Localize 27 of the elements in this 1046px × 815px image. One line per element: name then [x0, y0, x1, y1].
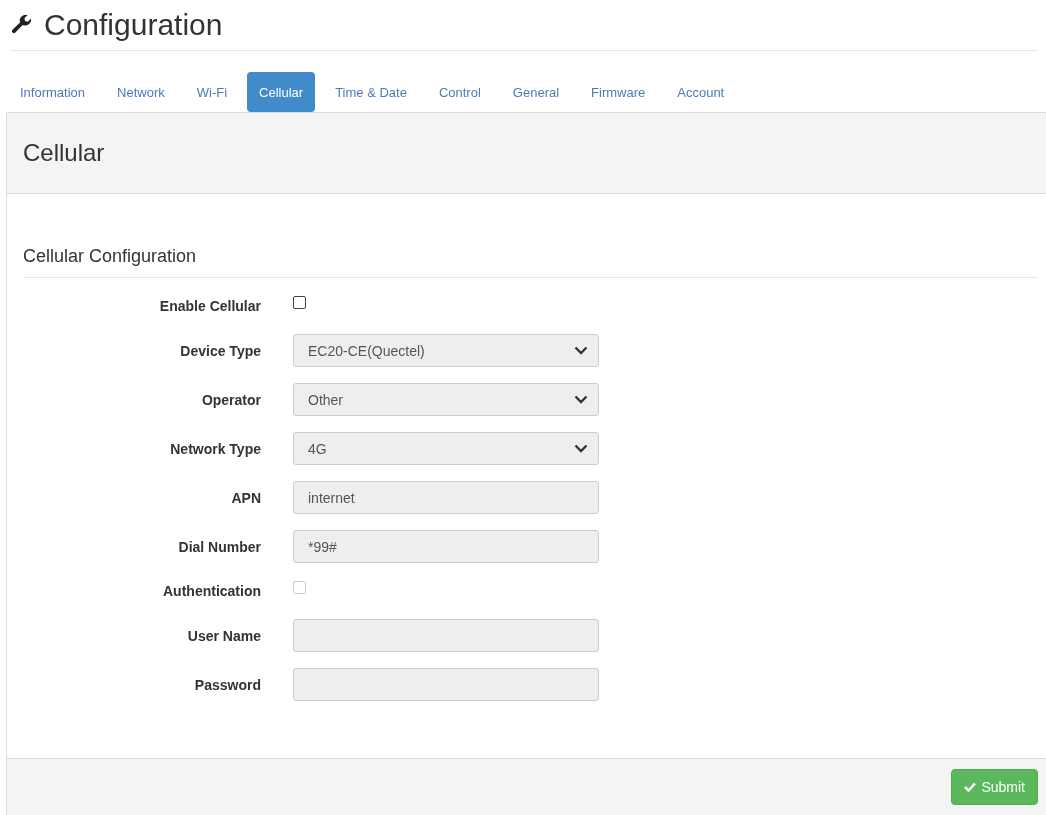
tab[interactable]: Wi-Fi	[184, 72, 240, 112]
tab[interactable]: Time & Date	[323, 72, 419, 112]
field-label: Operator	[201, 391, 261, 408]
panel-title: Cellular	[23, 139, 105, 167]
page-title: Configuration	[44, 8, 223, 42]
field-label: Authentication	[163, 583, 261, 599]
checkbox[interactable]	[293, 296, 306, 309]
submit-button[interactable]: Submit	[951, 769, 1038, 805]
field-label: Enable Cellular	[159, 298, 261, 314]
tab[interactable]: Information	[8, 72, 98, 112]
field-label: Password	[194, 676, 261, 693]
check-icon	[964, 782, 977, 792]
field-label: Dial Number	[178, 538, 261, 555]
tab[interactable]: Cellular	[247, 72, 316, 112]
tab[interactable]: Control	[426, 72, 493, 112]
chevron-down-icon	[574, 395, 588, 404]
tab[interactable]: General	[500, 72, 572, 112]
field-label: APN	[231, 489, 261, 506]
tab[interactable]: Account	[665, 72, 737, 112]
field-label: Network Type	[170, 440, 261, 457]
field-label: User Name	[187, 627, 261, 644]
field-label: Device Type	[180, 342, 261, 359]
section-title: Cellular Configuration	[23, 246, 1038, 278]
tab[interactable]: Network	[105, 72, 177, 112]
chevron-down-icon	[574, 346, 588, 355]
tab[interactable]: Firmware	[579, 72, 658, 112]
chevron-down-icon	[574, 444, 588, 453]
